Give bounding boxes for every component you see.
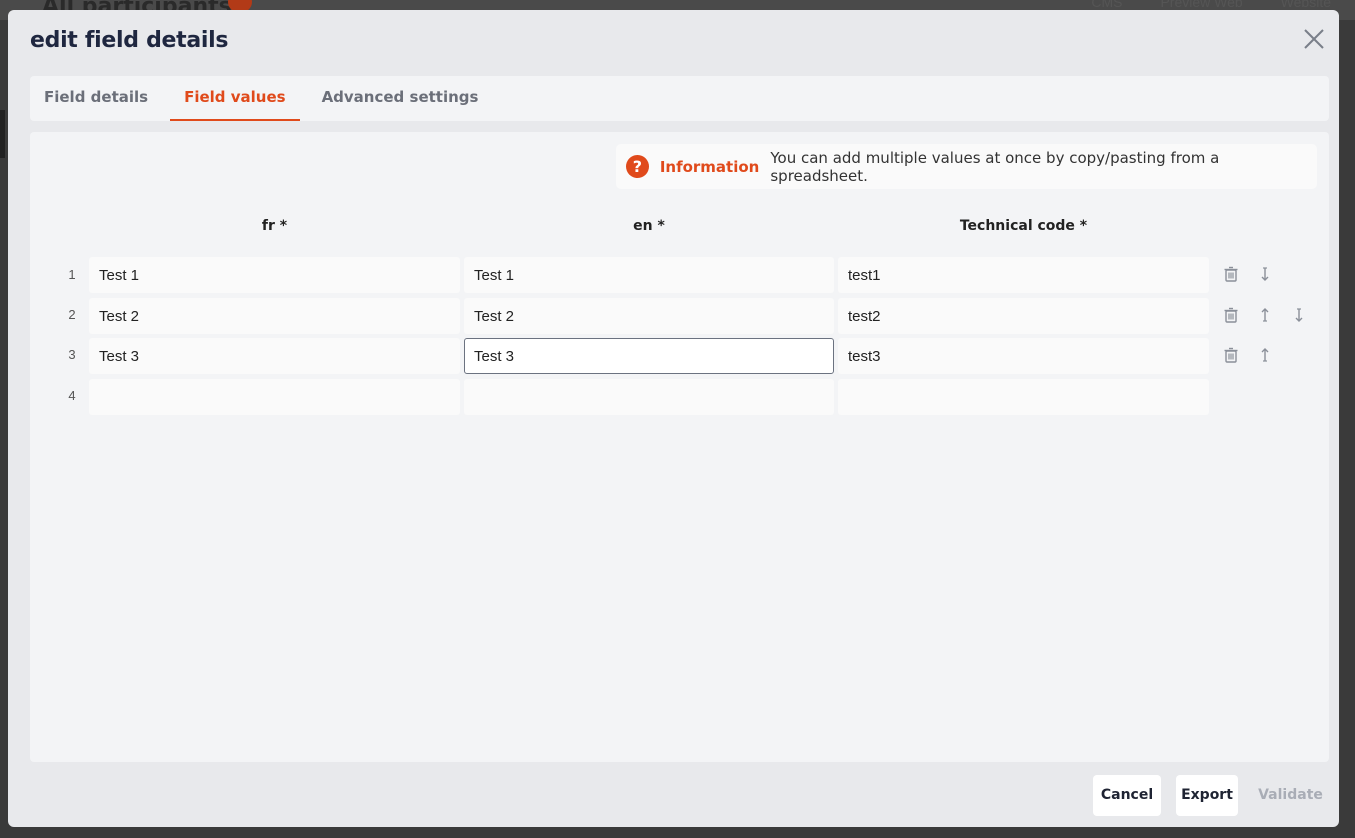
trash-icon — [1224, 347, 1238, 363]
close-icon — [1304, 29, 1324, 49]
cell-technical-code[interactable] — [838, 379, 1209, 415]
background-link-website: Website — [1280, 0, 1331, 10]
modal-title: edit field details — [30, 28, 229, 53]
cell-technical-code[interactable]: test3 — [838, 338, 1209, 374]
delete-row-button[interactable] — [1223, 307, 1239, 323]
tab-field-values[interactable]: Field values — [170, 76, 301, 121]
info-banner: ? Information You can add multiple value… — [616, 144, 1317, 189]
move-down-button[interactable] — [1257, 266, 1273, 282]
background-link-cms: CMS — [1091, 0, 1123, 10]
arrow-down-icon — [1261, 267, 1269, 281]
row-number: 2 — [68, 307, 76, 322]
tab-field-details[interactable]: Field details — [44, 76, 148, 121]
info-title: Information — [659, 157, 760, 176]
cell-fr[interactable]: Test 1 — [89, 257, 460, 293]
tab-advanced-settings[interactable]: Advanced settings — [322, 76, 479, 121]
cell-en[interactable]: Test 1 — [464, 257, 834, 293]
question-icon: ? — [626, 155, 649, 178]
move-up-button[interactable] — [1257, 347, 1273, 363]
cell-en[interactable]: Test 2 — [464, 298, 834, 334]
validate-button[interactable]: Validate — [1252, 775, 1329, 816]
background-left-strip — [0, 110, 5, 158]
tab-bar: Field details Field values Advanced sett… — [30, 76, 1329, 121]
cell-technical-code[interactable]: test1 — [838, 257, 1209, 293]
info-text: You can add multiple values at once by c… — [770, 148, 1220, 185]
cell-fr[interactable]: Test 3 — [89, 338, 460, 374]
arrow-down-icon — [1295, 308, 1303, 322]
delete-row-button[interactable] — [1223, 347, 1239, 363]
field-values-panel: ? Information You can add multiple value… — [30, 132, 1329, 762]
row-number: 3 — [68, 347, 76, 362]
cell-technical-code[interactable]: test2 — [838, 298, 1209, 334]
cancel-button[interactable]: Cancel — [1093, 775, 1161, 816]
move-down-button[interactable] — [1291, 307, 1307, 323]
arrow-up-icon — [1261, 308, 1269, 322]
cell-en[interactable] — [464, 379, 834, 415]
arrow-up-icon — [1261, 348, 1269, 362]
export-button[interactable]: Export — [1176, 775, 1238, 816]
trash-icon — [1224, 307, 1238, 323]
cell-fr[interactable]: Test 2 — [89, 298, 460, 334]
row-number: 4 — [68, 388, 76, 403]
background-nav-links: CMS Preview Web Website — [1091, 0, 1331, 10]
column-header-en: en * — [633, 218, 665, 234]
background-link-preview-web: Preview Web — [1160, 0, 1243, 10]
close-button[interactable] — [1301, 26, 1327, 52]
edit-field-modal: edit field details Field details Field v… — [8, 10, 1339, 827]
delete-row-button[interactable] — [1223, 266, 1239, 282]
trash-icon — [1224, 266, 1238, 282]
move-up-button[interactable] — [1257, 307, 1273, 323]
column-header-technical-code: Technical code * — [959, 218, 1088, 234]
column-header-fr: fr * — [261, 218, 288, 234]
row-number: 1 — [68, 267, 76, 282]
cell-en[interactable]: Test 3 — [464, 338, 834, 374]
cell-fr[interactable] — [89, 379, 460, 415]
